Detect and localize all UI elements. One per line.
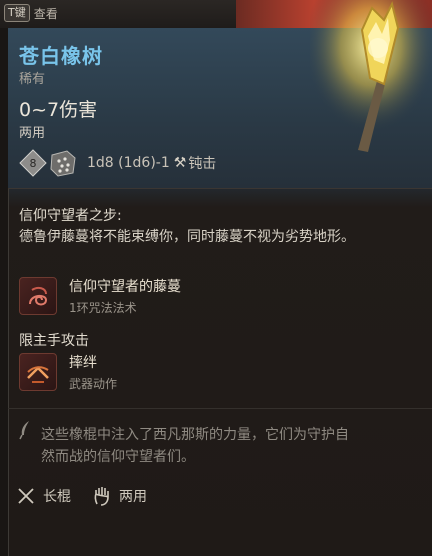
- dice-formula: 1d8 (1d6)-1: [87, 155, 170, 171]
- item-footer: 长棍 两用: [17, 484, 147, 508]
- flavor-text: 这些橡棍中注入了西凡那斯的力量，它们为守护自然而战的信仰守望者们。: [41, 427, 349, 465]
- inspect-hint[interactable]: T键 查看: [4, 3, 58, 23]
- item-artwork-staff: [310, 0, 432, 156]
- d8-value: 8: [30, 157, 37, 170]
- d6-die-icon: [50, 150, 76, 177]
- action-name: 摔绊: [69, 355, 97, 371]
- item-name: 苍白橡树: [19, 44, 103, 68]
- inspect-label: 查看: [33, 6, 58, 21]
- footer-handedness: 两用: [119, 489, 147, 505]
- trip-action-icon: [19, 353, 57, 391]
- item-rarity: 稀有: [19, 72, 46, 87]
- weapon-type: 长棍: [43, 489, 71, 505]
- d8-die-icon: 8: [19, 149, 47, 177]
- header-divider: [8, 188, 432, 189]
- spell-entry[interactable]: 信仰守望者的藤蔓 1环咒法法术: [19, 276, 181, 316]
- spell-name: 信仰守望者的藤蔓: [69, 279, 181, 295]
- flavor-divider: [8, 408, 432, 409]
- staff-icon: [18, 488, 34, 504]
- passive-description: 德鲁伊藤蔓将不能束缚你，同时藤蔓不视为劣势地形。: [19, 229, 355, 245]
- vine-spell-icon: [19, 277, 57, 315]
- item-handedness: 两用: [19, 126, 46, 141]
- mainhand-title: 限主手攻击: [19, 333, 89, 349]
- damage-type: 钝击: [188, 156, 217, 172]
- quill-icon: [19, 421, 29, 440]
- hammer-icon: ⚒: [173, 155, 187, 171]
- damage-dice-row: 8 1d8 (1d6)-1 ⚒ 钝击: [19, 148, 216, 178]
- key-hint-box: T键: [4, 4, 30, 22]
- action-type: 武器动作: [69, 377, 118, 391]
- hand-icon: [94, 487, 109, 506]
- item-damage: 0~7伤害: [19, 99, 98, 121]
- passive-title: 信仰守望者之步:: [19, 208, 122, 224]
- spell-level: 1环咒法法术: [69, 301, 137, 315]
- weapon-action-entry[interactable]: 摔绊 武器动作: [19, 352, 117, 392]
